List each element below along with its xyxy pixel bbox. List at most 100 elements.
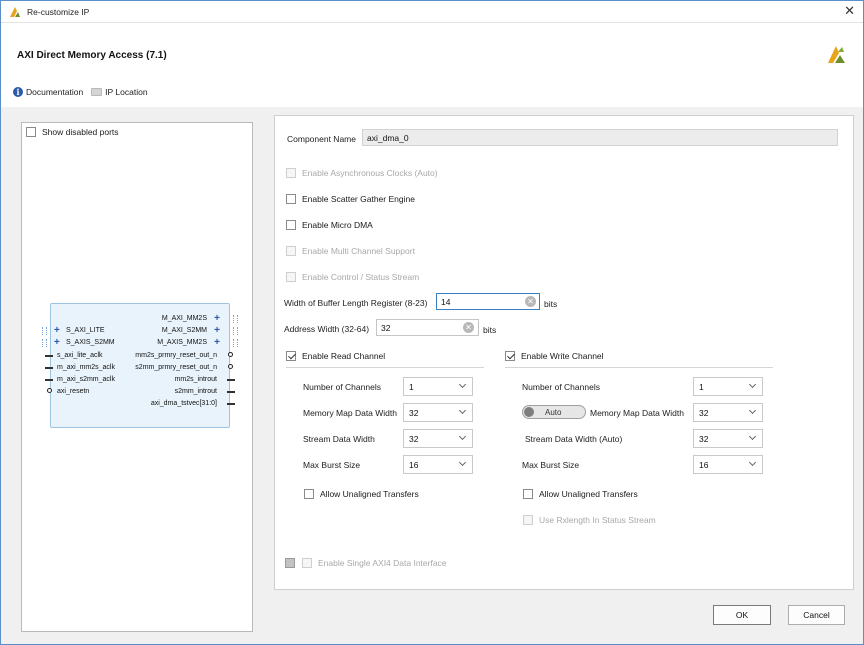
- bus-grid-mark: [233, 315, 238, 323]
- read-unaligned-checkbox[interactable]: [304, 489, 314, 499]
- chip-icon: [285, 558, 295, 568]
- component-name-label: Component Name: [287, 134, 356, 144]
- header-links: i Documentation IP Location: [13, 87, 148, 97]
- port-axi-dma-tstvec: axi_dma_tstvec[31:0]: [150, 400, 217, 407]
- cancel-button[interactable]: Cancel: [788, 605, 845, 625]
- chevron-down-icon: [458, 432, 467, 441]
- port-axi-resetn: axi_resetn: [57, 388, 90, 395]
- enable-scatter-gather-label: Enable Scatter Gather Engine: [302, 194, 415, 204]
- read-unaligned-row[interactable]: Allow Unaligned Transfers: [304, 489, 419, 499]
- read-max-burst-label: Max Burst Size: [303, 460, 361, 470]
- write-mm-data-width-label: Memory Map Data Width: [590, 408, 684, 418]
- write-unaligned-row[interactable]: Allow Unaligned Transfers: [523, 489, 638, 499]
- dialog-window: Re-customize IP ✕ AXI Direct Memory Acce…: [0, 0, 864, 645]
- xilinx-logo-icon: [828, 46, 845, 63]
- enable-write-channel-checkbox[interactable]: [505, 351, 515, 361]
- enable-async-clocks-label: Enable Asynchronous Clocks (Auto): [302, 168, 438, 178]
- buffer-length-unit: bits: [544, 299, 558, 309]
- enable-read-channel-row[interactable]: Enable Read Channel: [286, 351, 385, 361]
- expand-plus-icon[interactable]: +: [54, 338, 60, 348]
- enable-scatter-gather-checkbox[interactable]: [286, 194, 296, 204]
- show-disabled-ports-checkbox[interactable]: [26, 127, 36, 137]
- auto-toggle[interactable]: Auto: [522, 405, 586, 419]
- expand-plus-icon[interactable]: +: [214, 326, 220, 336]
- port-s-axi-lite-aclk: s_axi_lite_aclk: [57, 352, 103, 359]
- read-mm-data-width-label: Memory Map Data Width: [303, 408, 397, 418]
- bus-grid-mark: [42, 339, 47, 347]
- expand-plus-icon[interactable]: +: [214, 314, 220, 324]
- enable-read-channel-label: Enable Read Channel: [302, 351, 386, 361]
- pin-line: [227, 403, 235, 405]
- port-mm2s-prmry-reset-out-n: mm2s_prmry_reset_out_n: [135, 352, 217, 359]
- enable-write-channel-row[interactable]: Enable Write Channel: [505, 351, 604, 361]
- write-max-burst-select[interactable]: 16: [693, 455, 763, 474]
- address-width-unit: bits: [483, 325, 497, 335]
- read-stream-width-select[interactable]: 32: [403, 429, 473, 448]
- read-channel-divider: [286, 367, 484, 368]
- write-num-channels-label: Number of Channels: [522, 382, 600, 392]
- bus-grid-mark: [42, 327, 47, 335]
- read-max-burst-select[interactable]: 16: [403, 455, 473, 474]
- clear-icon[interactable]: ✕: [463, 322, 474, 333]
- enable-scatter-gather-row[interactable]: Enable Scatter Gather Engine: [286, 194, 415, 204]
- port-m-axi-mm2s: M_AXI_MM2S: [161, 315, 207, 322]
- clear-icon[interactable]: ✕: [525, 296, 536, 307]
- write-unaligned-checkbox[interactable]: [523, 489, 533, 499]
- write-max-burst-label: Max Burst Size: [522, 460, 580, 470]
- close-icon[interactable]: ✕: [844, 4, 855, 18]
- address-width-label: Address Width (32-64): [284, 324, 370, 334]
- port-mm2s-introut: mm2s_introut: [174, 376, 217, 383]
- ip-symbol-panel: Show disabled ports + S_AXI_LITE + S_AXI…: [21, 122, 253, 632]
- pin-line: [227, 391, 235, 393]
- ok-button[interactable]: OK: [713, 605, 771, 625]
- read-mm-data-width-value: 32: [409, 408, 419, 418]
- write-channel-divider: [505, 367, 773, 368]
- window-title: Re-customize IP: [27, 7, 90, 17]
- read-mm-data-width-select[interactable]: 32: [403, 403, 473, 422]
- enable-control-status-row: Enable Control / Status Stream: [286, 272, 419, 282]
- enable-multi-channel-checkbox: [286, 246, 296, 256]
- pin-line: [45, 355, 53, 357]
- write-num-channels-value: 1: [699, 382, 704, 392]
- component-name-field[interactable]: axi_dma_0: [362, 129, 838, 146]
- enable-async-clocks-checkbox: [286, 168, 296, 178]
- reset-circle-pin: [228, 364, 233, 369]
- expand-plus-icon[interactable]: +: [214, 338, 220, 348]
- use-rxlength-label: Use Rxlength In Status Stream: [539, 515, 656, 525]
- write-stream-width-value: 32: [699, 434, 709, 444]
- ip-location-link[interactable]: IP Location: [91, 87, 148, 97]
- use-rxlength-checkbox: [523, 515, 533, 525]
- chevron-down-icon: [748, 458, 757, 467]
- write-num-channels-select[interactable]: 1: [693, 377, 763, 396]
- expand-plus-icon[interactable]: +: [54, 326, 60, 336]
- enable-control-status-checkbox: [286, 272, 296, 282]
- single-axi4-label: Enable Single AXI4 Data Interface: [318, 558, 447, 568]
- documentation-label: Documentation: [26, 87, 84, 97]
- single-axi4-row: Enable Single AXI4 Data Interface: [302, 558, 447, 568]
- read-stream-width-label: Stream Data Width: [303, 434, 375, 444]
- enable-multi-channel-label: Enable Multi Channel Support: [302, 246, 415, 256]
- read-num-channels-label: Number of Channels: [303, 382, 381, 392]
- write-stream-width-select[interactable]: 32: [693, 429, 763, 448]
- ip-name-title: AXI Direct Memory Access (7.1): [17, 50, 167, 61]
- folder-icon: [91, 88, 103, 96]
- port-m-axi-s2mm-aclk: m_axi_s2mm_aclk: [57, 376, 115, 383]
- buffer-length-label: Width of Buffer Length Register (8-23): [284, 298, 428, 308]
- enable-write-channel-label: Enable Write Channel: [521, 351, 604, 361]
- enable-micro-dma-checkbox[interactable]: [286, 220, 296, 230]
- show-disabled-ports-row[interactable]: Show disabled ports: [26, 127, 119, 137]
- enable-read-channel-checkbox[interactable]: [286, 351, 296, 361]
- read-num-channels-select[interactable]: 1: [403, 377, 473, 396]
- bus-grid-mark: [233, 339, 238, 347]
- write-mm-data-width-select[interactable]: 32: [693, 403, 763, 422]
- read-max-burst-value: 16: [409, 460, 419, 470]
- auto-toggle-label: Auto: [545, 408, 562, 417]
- title-bar: Re-customize IP ✕: [1, 1, 863, 23]
- documentation-link[interactable]: i Documentation: [13, 87, 83, 97]
- enable-multi-channel-row: Enable Multi Channel Support: [286, 246, 415, 256]
- show-disabled-ports-label: Show disabled ports: [42, 127, 119, 137]
- single-axi4-checkbox: [302, 558, 312, 568]
- enable-micro-dma-row[interactable]: Enable Micro DMA: [286, 220, 373, 230]
- read-num-channels-value: 1: [409, 382, 414, 392]
- use-rxlength-row: Use Rxlength In Status Stream: [523, 515, 656, 525]
